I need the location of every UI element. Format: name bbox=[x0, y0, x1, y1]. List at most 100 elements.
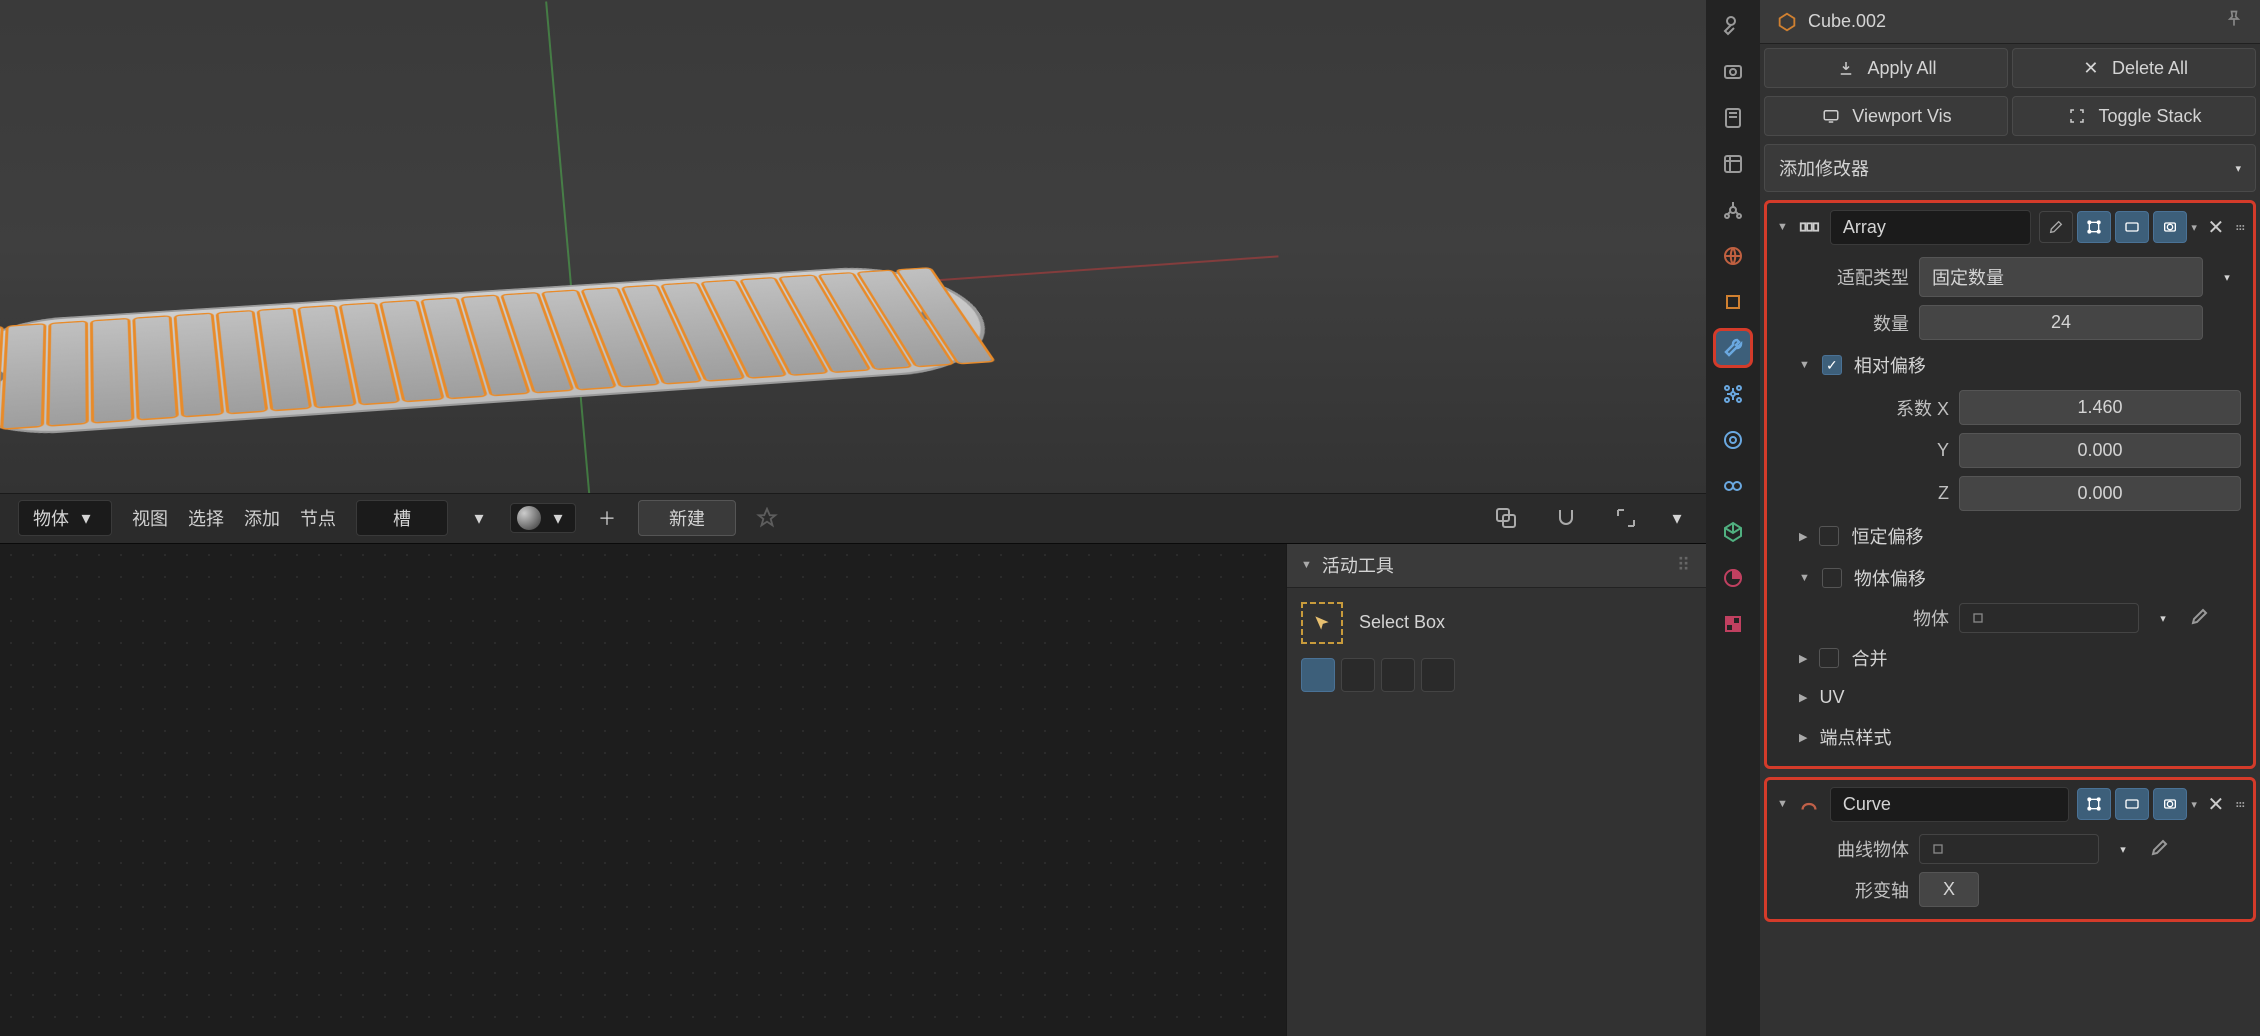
disclosure-triangle-icon[interactable]: ▶ bbox=[1799, 652, 1807, 665]
deform-axis-value: X bbox=[1943, 879, 1955, 899]
disclosure-triangle-icon[interactable]: ▶ bbox=[1799, 731, 1807, 744]
viewport-3d[interactable] bbox=[0, 0, 1706, 493]
material-tab-icon[interactable] bbox=[1713, 558, 1753, 598]
fz-value: 0.000 bbox=[2077, 483, 2122, 503]
pin-icon[interactable] bbox=[2224, 9, 2244, 34]
tool-name: Select Box bbox=[1359, 612, 1445, 633]
deform-axis-label: 形变轴 bbox=[1779, 877, 1909, 903]
snap-icon[interactable] bbox=[1546, 498, 1586, 538]
render-toggle[interactable] bbox=[2153, 788, 2187, 820]
disclosure-triangle-icon[interactable]: ▼ bbox=[1777, 798, 1788, 810]
select-mode-intersect[interactable] bbox=[1421, 658, 1455, 692]
plus-icon[interactable]: ＋ bbox=[596, 507, 618, 529]
disclosure-triangle-icon[interactable]: ▼ bbox=[1799, 572, 1810, 584]
chevron-down-icon[interactable]: ▾ bbox=[468, 507, 490, 529]
shader-header: 物体 ▾ 视图 选择 添加 节点 槽 ▾ ▾ ＋ 新建 bbox=[0, 493, 1706, 543]
drag-handle-icon[interactable]: ⠿ bbox=[1677, 555, 1692, 576]
shader-mode-dropdown[interactable]: 物体 ▾ bbox=[18, 500, 112, 536]
fit-type-dropdown[interactable]: 固定数量 bbox=[1919, 257, 2203, 297]
constant-offset-checkbox[interactable] bbox=[1819, 526, 1839, 546]
modifier-curve: ▼ Curve ▾ bbox=[1764, 777, 2256, 922]
toggle-stack-button[interactable]: Toggle Stack bbox=[2012, 96, 2256, 136]
modifier-tab-icon[interactable] bbox=[1713, 328, 1753, 368]
new-material-button[interactable]: 新建 bbox=[638, 500, 736, 536]
apply-all-button[interactable]: Apply All bbox=[1764, 48, 2008, 88]
shader-node-area[interactable] bbox=[0, 544, 1286, 1036]
constraint-tab-icon[interactable] bbox=[1713, 466, 1753, 506]
new-label: 新建 bbox=[669, 509, 705, 529]
particle-tab-icon[interactable] bbox=[1713, 374, 1753, 414]
viewlayer-tab-icon[interactable] bbox=[1713, 144, 1753, 184]
fx-value: 1.460 bbox=[2077, 397, 2122, 417]
modifier-name-field[interactable]: Array bbox=[1830, 210, 2032, 245]
chevron-down-icon[interactable]: ▾ bbox=[1666, 507, 1688, 529]
render-tab-icon[interactable] bbox=[1713, 52, 1753, 92]
cage-toggle[interactable] bbox=[2077, 211, 2111, 243]
toggle-stack-label: Toggle Stack bbox=[2098, 106, 2201, 127]
mesh-tab-icon[interactable] bbox=[1713, 512, 1753, 552]
count-field[interactable]: 24 bbox=[1919, 305, 2203, 340]
properties-tab-rail bbox=[1706, 0, 1760, 1036]
fit-icon[interactable] bbox=[1606, 498, 1646, 538]
disclosure-triangle-icon[interactable]: ▶ bbox=[1799, 691, 1807, 704]
viewport-toggle[interactable] bbox=[2115, 788, 2149, 820]
chevron-down-icon[interactable]: ▾ bbox=[2191, 221, 2197, 234]
object-tab-icon[interactable] bbox=[1713, 282, 1753, 322]
menu-select[interactable]: 选择 bbox=[188, 505, 224, 531]
factor-z-label: Z bbox=[1819, 483, 1949, 504]
curve-object-label: 曲线物体 bbox=[1779, 836, 1909, 862]
menu-add[interactable]: 添加 bbox=[244, 505, 280, 531]
drag-handle-icon[interactable]: ⠿ bbox=[2232, 800, 2245, 808]
select-mode-set[interactable] bbox=[1301, 658, 1335, 692]
edit-mode-toggle[interactable] bbox=[2039, 211, 2073, 243]
drag-handle-icon[interactable]: ⠿ bbox=[2232, 223, 2245, 231]
modifier-name-field[interactable]: Curve bbox=[1830, 787, 2070, 822]
cage-toggle[interactable] bbox=[2077, 788, 2111, 820]
factor-z-field[interactable]: 0.000 bbox=[1959, 476, 2241, 511]
overlap-toggle-icon[interactable] bbox=[1486, 498, 1526, 538]
object-name-label: Cube.002 bbox=[1808, 11, 1886, 32]
chevron-down-icon[interactable]: ▾ bbox=[2191, 798, 2197, 811]
download-icon bbox=[1835, 59, 1857, 77]
delete-modifier-button[interactable]: ✕ bbox=[2201, 789, 2231, 819]
offset-object-field[interactable] bbox=[1959, 603, 2139, 633]
select-mode-extend[interactable] bbox=[1341, 658, 1375, 692]
viewport-toggle[interactable] bbox=[2115, 211, 2149, 243]
disclosure-triangle-icon[interactable]: ▼ bbox=[1799, 359, 1810, 371]
relative-offset-checkbox[interactable]: ✓ bbox=[1822, 355, 1842, 375]
menu-view[interactable]: 视图 bbox=[132, 505, 168, 531]
factor-y-field[interactable]: 0.000 bbox=[1959, 433, 2241, 468]
physics-tab-icon[interactable] bbox=[1713, 420, 1753, 460]
pin-icon[interactable] bbox=[756, 507, 778, 529]
viewport-vis-button[interactable]: Viewport Vis bbox=[1764, 96, 2008, 136]
factor-x-field[interactable]: 1.460 bbox=[1959, 390, 2241, 425]
add-modifier-dropdown[interactable]: 添加修改器 ▾ bbox=[1764, 144, 2256, 192]
world-tab-icon[interactable] bbox=[1713, 236, 1753, 276]
delete-modifier-button[interactable]: ✕ bbox=[2201, 212, 2231, 242]
disclosure-triangle-icon[interactable]: ▼ bbox=[1777, 221, 1788, 233]
expand-icon bbox=[2066, 107, 2088, 125]
deform-axis-x[interactable]: X bbox=[1919, 872, 1979, 907]
eyedropper-icon[interactable] bbox=[2147, 837, 2171, 861]
object-offset-checkbox[interactable] bbox=[1822, 568, 1842, 588]
menu-node[interactable]: 节点 bbox=[300, 505, 336, 531]
tool-tab-icon[interactable] bbox=[1713, 6, 1753, 46]
merge-checkbox[interactable] bbox=[1819, 648, 1839, 668]
texture-tab-icon[interactable] bbox=[1713, 604, 1753, 644]
eyedropper-icon[interactable] bbox=[2187, 606, 2211, 630]
shader-mode-label: 物体 bbox=[33, 505, 69, 531]
slot-dropdown[interactable]: 槽 bbox=[356, 500, 448, 536]
chevron-down-icon: ▾ bbox=[2235, 162, 2241, 175]
material-preview[interactable]: ▾ bbox=[510, 503, 576, 533]
curve-object-field[interactable] bbox=[1919, 834, 2099, 864]
slot-label: 槽 bbox=[393, 509, 411, 529]
disclosure-triangle-icon[interactable]: ▶ bbox=[1799, 530, 1807, 543]
tool-panel-header[interactable]: ▼ 活动工具 ⠿ bbox=[1287, 544, 1706, 588]
output-tab-icon[interactable] bbox=[1713, 98, 1753, 138]
render-toggle[interactable] bbox=[2153, 211, 2187, 243]
delete-all-button[interactable]: ✕ Delete All bbox=[2012, 48, 2256, 88]
factor-y-label: Y bbox=[1819, 440, 1949, 461]
select-mode-subtract[interactable] bbox=[1381, 658, 1415, 692]
count-label: 数量 bbox=[1779, 310, 1909, 336]
scene-tab-icon[interactable] bbox=[1713, 190, 1753, 230]
